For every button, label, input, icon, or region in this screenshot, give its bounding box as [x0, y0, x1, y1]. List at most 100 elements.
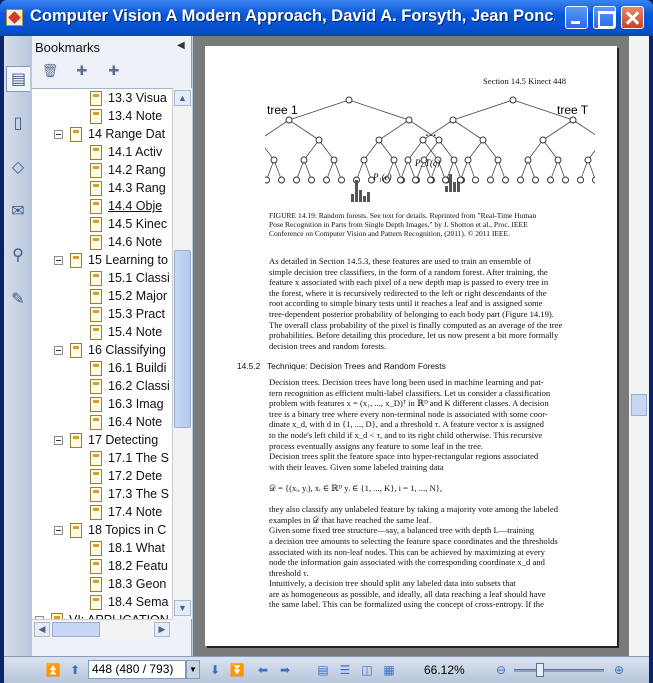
close-button[interactable]: [621, 6, 644, 29]
pages-icon[interactable]: ▯: [6, 110, 30, 136]
last-page-icon[interactable]: ⏬: [228, 661, 246, 679]
bookmark-label: 14.4 Obje: [108, 199, 163, 213]
single-page-view-icon[interactable]: ▤: [314, 661, 332, 679]
scroll-right-icon[interactable]: ▶: [154, 622, 170, 637]
bookmark-item[interactable]: 17.4 Note: [32, 504, 172, 522]
bookmark-icon: [90, 415, 102, 430]
facing-view-icon[interactable]: ◫: [358, 661, 376, 679]
scroll-left-icon[interactable]: ◀: [34, 622, 50, 637]
bookmark-icon: [90, 325, 102, 340]
continuous-facing-view-icon[interactable]: ▦: [380, 661, 398, 679]
bookmark-item[interactable]: 17 Detecting: [32, 432, 172, 450]
bookmark-item[interactable]: 18.2 Featu: [32, 558, 172, 576]
bookmark-item[interactable]: 13.4 Note: [32, 108, 172, 126]
bookmark-item[interactable]: 17.2 Dete: [32, 468, 172, 486]
zoom-in-icon[interactable]: ⊕: [610, 661, 628, 679]
page-dropdown-icon[interactable]: ▼: [186, 660, 200, 679]
bookmark-icon: [70, 433, 82, 448]
layers-icon[interactable]: ◇: [6, 154, 30, 180]
bookmark-item[interactable]: 16.1 Buildi: [32, 360, 172, 378]
collapse-toggle-icon[interactable]: [54, 436, 63, 445]
bookmark-item[interactable]: 13.3 Visua: [32, 90, 172, 108]
histogram-bar: [355, 180, 358, 202]
bookmark-icon: [70, 253, 82, 268]
collapse-toggle-icon[interactable]: [54, 130, 63, 139]
zoom-slider[interactable]: [514, 669, 604, 672]
scroll-down-icon[interactable]: ▼: [174, 600, 191, 616]
tree-node: [300, 156, 308, 164]
document-vertical-scrollbar[interactable]: [629, 36, 649, 656]
window-title: Computer Vision A Modern Approach, David…: [30, 7, 555, 25]
horizontal-scroll-thumb[interactable]: [52, 622, 100, 637]
bookmark-item[interactable]: 18.4 Sema: [32, 594, 172, 612]
bookmark-item[interactable]: 14.4 Obje: [32, 198, 172, 216]
next-page-icon[interactable]: ⬇: [206, 661, 224, 679]
zoom-slider-thumb[interactable]: [536, 663, 544, 677]
maximize-button[interactable]: [593, 6, 616, 29]
bookmark-icon: [90, 109, 102, 124]
bookmark-icon: [90, 505, 102, 520]
title-bar: Computer Vision A Modern Approach, David…: [0, 0, 653, 36]
tree-node: [584, 156, 592, 164]
bookmark-item[interactable]: 18.1 What: [32, 540, 172, 558]
tree-edge: [542, 139, 559, 161]
back-arrow-icon[interactable]: ⬅: [254, 661, 272, 679]
comments-icon[interactable]: ✉: [6, 198, 30, 224]
zoom-out-icon[interactable]: ⊖: [492, 661, 510, 679]
bookmarks-horizontal-scrollbar[interactable]: ◀ ▶: [32, 619, 172, 638]
body-paragraph-2: Decision trees. Decision trees have long…: [269, 377, 558, 610]
collapse-toggle-icon[interactable]: [54, 256, 63, 265]
bookmark-item[interactable]: 16 Classifying: [32, 342, 172, 360]
tree-leaf: [412, 176, 419, 184]
tree-leaf: [278, 176, 285, 184]
continuous-view-icon[interactable]: ☰: [336, 661, 354, 679]
collapse-toggle-icon[interactable]: [54, 526, 63, 535]
page-number-input[interactable]: 448 (480 / 793): [88, 660, 186, 679]
signatures-icon[interactable]: ✎: [6, 286, 30, 312]
bookmark-label: 16.2 Classi: [108, 379, 170, 393]
document-scroll-thumb[interactable]: [631, 394, 647, 416]
bookmark-item[interactable]: 17.3 The S: [32, 486, 172, 504]
tree-node: [315, 136, 323, 144]
attachments-icon[interactable]: ⚲: [6, 242, 30, 268]
previous-page-icon[interactable]: ⬆: [66, 661, 84, 679]
bookmark-item[interactable]: 17.1 The S: [32, 450, 172, 468]
bookmark-item[interactable]: 15.4 Note: [32, 324, 172, 342]
bookmarks-icon[interactable]: ▤: [6, 66, 30, 92]
tree-edge: [318, 139, 335, 161]
bookmark-label: 16.1 Buildi: [108, 361, 167, 375]
collapse-toggle-icon[interactable]: [54, 346, 63, 355]
new-bookmark-icon[interactable]: ✚: [73, 63, 91, 81]
minimize-button[interactable]: [565, 6, 588, 29]
bookmark-item[interactable]: 14 Range Dat: [32, 126, 172, 144]
bookmark-item[interactable]: 15.3 Pract: [32, 306, 172, 324]
navigation-toolbar: ⏫ ⬆ 448 (480 / 793) ▼ ⬇ ⏬ ⬅ ➡ ▤ ☰ ◫ ▦ 66…: [4, 656, 649, 683]
bookmark-item[interactable]: 14.5 Kinec: [32, 216, 172, 234]
bookmark-item[interactable]: 14.6 Note: [32, 234, 172, 252]
bookmarks-vertical-scrollbar[interactable]: ▲ ▼: [172, 88, 192, 619]
bookmark-item[interactable]: 14.3 Rang: [32, 180, 172, 198]
bookmark-item[interactable]: 14.2 Rang: [32, 162, 172, 180]
histogram-bar: [363, 196, 366, 202]
first-page-icon[interactable]: ⏫: [44, 661, 62, 679]
forward-arrow-icon[interactable]: ➡: [276, 661, 294, 679]
bookmark-item[interactable]: 16.3 Imag: [32, 396, 172, 414]
bookmark-item[interactable]: 16.4 Note: [32, 414, 172, 432]
bookmark-item[interactable]: 15.1 Classi: [32, 270, 172, 288]
panel-title: Bookmarks: [35, 40, 101, 55]
bookmark-item[interactable]: 14.1 Activ: [32, 144, 172, 162]
bookmark-icon: [90, 361, 102, 376]
bookmark-item[interactable]: 18 Topics in C: [32, 522, 172, 540]
tree-leaf: [293, 176, 300, 184]
bookmark-from-selection-icon[interactable]: ✚: [105, 63, 123, 81]
bookmark-item[interactable]: 18.3 Geon: [32, 576, 172, 594]
delete-bookmark-icon[interactable]: 🗑: [41, 63, 59, 81]
collapse-panel-icon[interactable]: ◀: [177, 40, 185, 51]
tree-node: [375, 136, 383, 144]
scroll-up-icon[interactable]: ▲: [174, 90, 191, 106]
bookmark-item[interactable]: 15.2 Major: [32, 288, 172, 306]
bookmark-item[interactable]: VI: APPLICATION: [32, 612, 172, 619]
bookmark-item[interactable]: 16.2 Classi: [32, 378, 172, 396]
scroll-thumb[interactable]: [174, 250, 191, 428]
bookmark-item[interactable]: 15 Learning to: [32, 252, 172, 270]
